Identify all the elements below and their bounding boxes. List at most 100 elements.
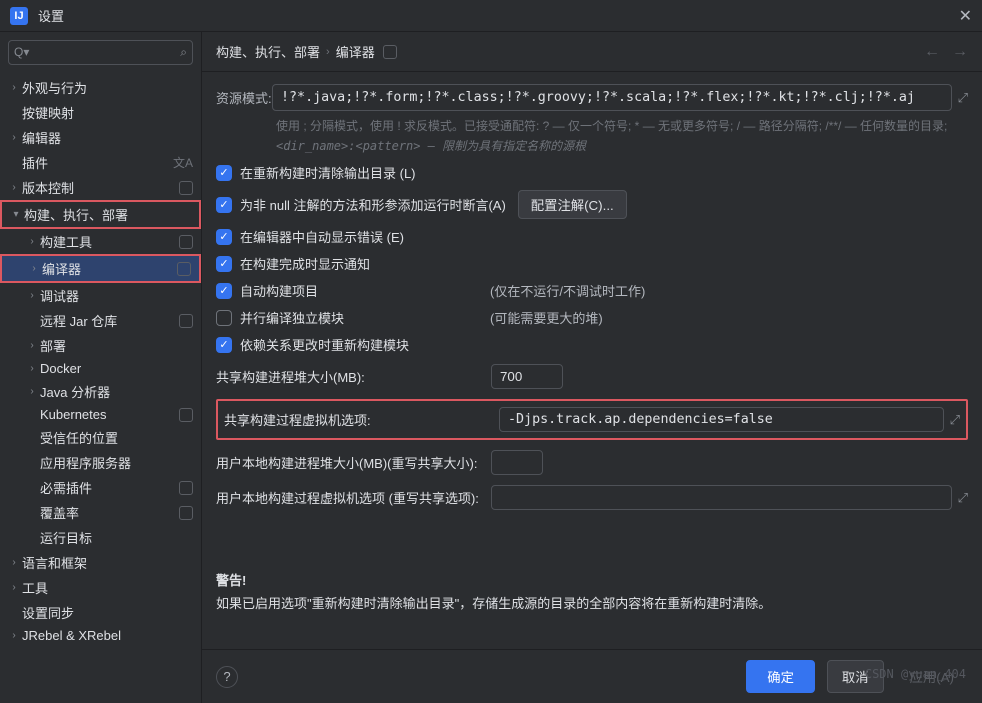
sidebar-item-label: 按键映射 (22, 103, 193, 122)
search-input[interactable] (8, 40, 193, 65)
sidebar-item-2[interactable]: ›编辑器 (0, 125, 201, 150)
sidebar-item-label: Docker (40, 361, 193, 376)
expand-icon[interactable]: ⤢ (950, 412, 960, 428)
resource-pattern-label: 资源模式: (216, 88, 272, 107)
sidebar-item-14[interactable]: 受信任的位置 (0, 425, 201, 450)
sidebar-item-3[interactable]: 插件文A (0, 150, 201, 175)
parallel-checkbox[interactable] (216, 310, 232, 326)
parallel-note: (可能需要更大的堆) (490, 308, 603, 327)
configure-annotations-button[interactable]: 配置注解(C)... (518, 190, 627, 219)
sidebar-item-10[interactable]: ›部署 (0, 333, 201, 358)
shared-heap-input[interactable] (491, 364, 563, 389)
local-vmoptions-label: 用户本地构建过程虚拟机选项 (重写共享选项): (216, 488, 491, 507)
sidebar-item-label: JRebel & XRebel (22, 628, 193, 643)
sidebar-item-1[interactable]: 按键映射 (0, 100, 201, 125)
sidebar-item-20[interactable]: ›工具 (0, 575, 201, 600)
chevron-right-icon: › (326, 46, 330, 58)
nav-fwd-icon[interactable]: → (952, 43, 968, 61)
chevron-right-icon: › (6, 557, 22, 568)
sidebar-item-5[interactable]: ▾构建、执行、部署 (0, 200, 201, 229)
sidebar-item-13[interactable]: Kubernetes (0, 404, 201, 425)
sidebar-item-label: 编译器 (42, 259, 173, 278)
sidebar-item-4[interactable]: ›版本控制 (0, 175, 201, 200)
deps-rebuild-label: 依赖关系更改时重新构建模块 (240, 335, 409, 354)
chevron-right-icon: › (6, 132, 22, 143)
expand-icon[interactable]: ⤢ (958, 490, 968, 506)
filter-icon[interactable]: ⌕ (180, 45, 187, 60)
content: 资源模式: ⤢ 使用 ; 分隔模式，使用 ! 求反模式。已接受通配符: ? — … (202, 72, 982, 649)
sidebar-item-6[interactable]: ›构建工具 (0, 229, 201, 254)
sidebar-item-21[interactable]: 设置同步 (0, 600, 201, 625)
clear-output-checkbox[interactable]: ✓ (216, 165, 232, 181)
chevron-right-icon: › (24, 236, 40, 247)
deps-rebuild-checkbox[interactable]: ✓ (216, 337, 232, 353)
sidebar-item-label: 编辑器 (22, 128, 193, 147)
apply-button[interactable]: 应用(A) (896, 661, 968, 692)
sidebar-item-12[interactable]: ›Java 分析器 (0, 379, 201, 404)
scope-badge (179, 408, 193, 422)
sidebar-item-17[interactable]: 覆盖率 (0, 500, 201, 525)
breadcrumb-a[interactable]: 构建、执行、部署 (216, 42, 320, 61)
window-title: 设置 (38, 6, 959, 25)
auto-build-checkbox[interactable]: ✓ (216, 283, 232, 299)
shared-vmoptions-label: 共享构建过程虚拟机选项: (224, 410, 499, 429)
local-heap-label: 用户本地构建进程堆大小(MB)(重写共享大小): (216, 453, 491, 472)
show-errors-checkbox[interactable]: ✓ (216, 229, 232, 245)
expand-icon[interactable]: ⤢ (958, 90, 968, 106)
breadcrumb: 构建、执行、部署 › 编译器 ← → (202, 32, 982, 72)
notify-label: 在构建完成时显示通知 (240, 254, 370, 273)
sidebar-item-label: 语言和框架 (22, 553, 193, 572)
sidebar-item-label: 远程 Jar 仓库 (40, 311, 175, 330)
sidebar-item-8[interactable]: ›调试器 (0, 283, 201, 308)
chevron-down-icon: ▾ (8, 209, 24, 220)
chevron-right-icon: › (24, 386, 40, 397)
auto-build-label: 自动构建项目 (240, 281, 490, 300)
sidebar-item-label: 外观与行为 (22, 78, 193, 97)
settings-tree: ›外观与行为按键映射›编辑器插件文A›版本控制▾构建、执行、部署›构建工具›编译… (0, 73, 201, 703)
close-icon[interactable]: ✕ (959, 6, 972, 26)
scope-badge (179, 314, 193, 328)
resource-pattern-input[interactable] (272, 84, 952, 111)
chevron-right-icon: › (6, 582, 22, 593)
sidebar-item-label: 运行目标 (40, 528, 193, 547)
sidebar-item-label: 覆盖率 (40, 503, 175, 522)
chevron-right-icon: › (24, 363, 40, 374)
help-button[interactable]: ? (216, 666, 238, 688)
nav-back-icon[interactable]: ← (924, 43, 940, 61)
titlebar: IJ 设置 ✕ (0, 0, 982, 32)
clear-output-label: 在重新构建时清除输出目录 (L) (240, 163, 416, 182)
auto-build-note: (仅在不运行/不调试时工作) (490, 281, 645, 300)
sidebar-item-0[interactable]: ›外观与行为 (0, 75, 201, 100)
sidebar-item-label: 设置同步 (22, 603, 193, 622)
cancel-button[interactable]: 取消 (827, 660, 884, 693)
scope-badge (179, 506, 193, 520)
sidebar-item-11[interactable]: ›Docker (0, 358, 201, 379)
local-heap-input[interactable] (491, 450, 543, 475)
sidebar-item-9[interactable]: 远程 Jar 仓库 (0, 308, 201, 333)
local-vmoptions-input[interactable] (491, 485, 952, 510)
shared-vmoptions-input[interactable] (499, 407, 944, 432)
sidebar-item-label: 工具 (22, 578, 193, 597)
sidebar-item-label: 受信任的位置 (40, 428, 193, 447)
language-icon: 文A (173, 154, 193, 171)
parallel-label: 并行编译独立模块 (240, 308, 490, 327)
notify-checkbox[interactable]: ✓ (216, 256, 232, 272)
scope-badge (383, 45, 397, 59)
chevron-right-icon: › (6, 182, 22, 193)
sidebar-item-label: Kubernetes (40, 407, 175, 422)
chevron-right-icon: › (6, 630, 22, 641)
null-assert-checkbox[interactable]: ✓ (216, 197, 232, 213)
shared-heap-label: 共享构建进程堆大小(MB): (216, 367, 491, 386)
sidebar-item-18[interactable]: 运行目标 (0, 525, 201, 550)
sidebar-item-19[interactable]: ›语言和框架 (0, 550, 201, 575)
chevron-right-icon: › (24, 290, 40, 301)
sidebar-item-16[interactable]: 必需插件 (0, 475, 201, 500)
ok-button[interactable]: 确定 (746, 660, 815, 693)
show-errors-label: 在编辑器中自动显示错误 (E) (240, 227, 404, 246)
warning-title: 警告! (216, 570, 968, 589)
sidebar-item-22[interactable]: ›JRebel & XRebel (0, 625, 201, 646)
app-icon: IJ (10, 7, 28, 25)
sidebar-item-7[interactable]: ›编译器 (0, 254, 201, 283)
sidebar-item-15[interactable]: 应用程序服务器 (0, 450, 201, 475)
sidebar: Q▾ ⌕ ›外观与行为按键映射›编辑器插件文A›版本控制▾构建、执行、部署›构建… (0, 32, 202, 703)
